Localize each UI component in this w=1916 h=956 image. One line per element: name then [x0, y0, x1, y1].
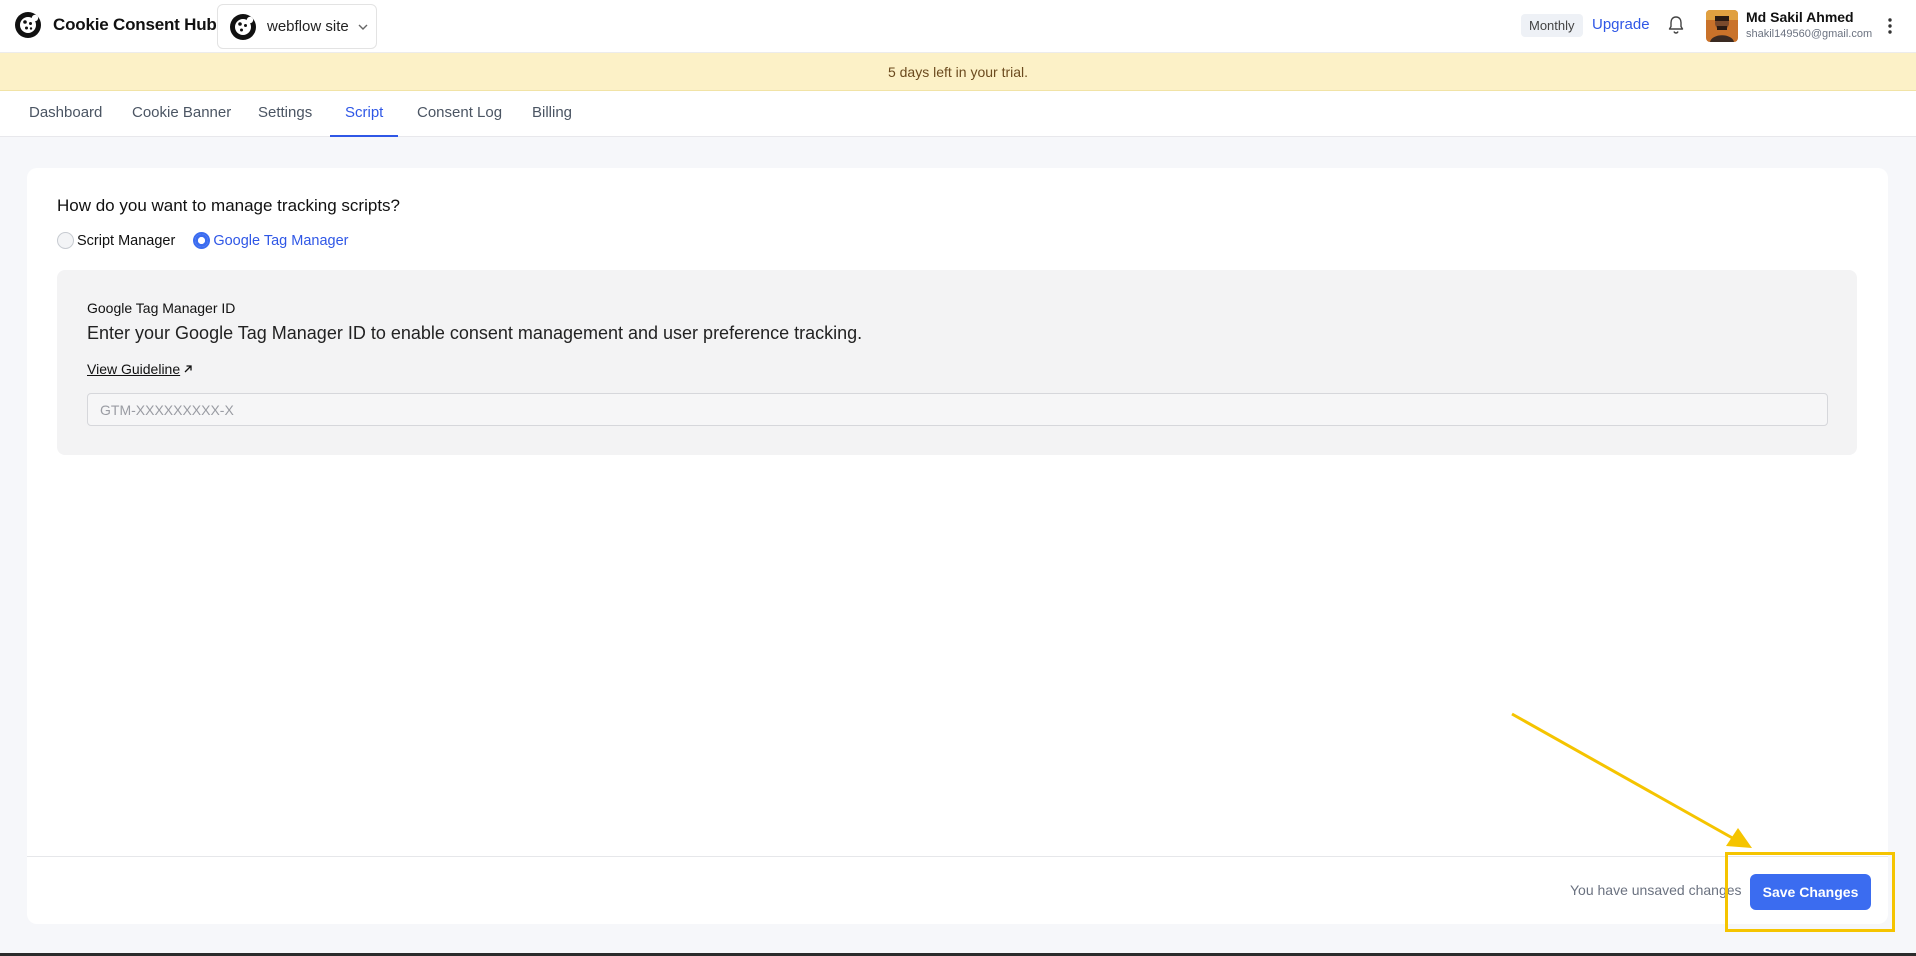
unsaved-changes-text: You have unsaved changes: [1570, 882, 1742, 898]
radio-option-google-tag-manager[interactable]: Google Tag Manager: [193, 232, 349, 249]
user-email: shakil149560@gmail.com: [1746, 28, 1873, 40]
tab-bar: Dashboard Cookie Banner Settings Script …: [0, 91, 1916, 137]
radio-label-google-tag-manager: Google Tag Manager: [213, 232, 349, 249]
brand-name: Cookie Consent Hub: [53, 15, 217, 34]
chevron-down-icon: [358, 24, 368, 30]
trial-banner: 5 days left in your trial.: [0, 53, 1916, 91]
tab-cookie-banner[interactable]: Cookie Banner: [117, 91, 246, 137]
radio-script-manager[interactable]: [57, 232, 74, 249]
manage-scripts-question: How do you want to manage tracking scrip…: [57, 196, 401, 215]
more-options-icon[interactable]: [1886, 16, 1894, 36]
tab-consent-log[interactable]: Consent Log: [402, 91, 517, 137]
radio-label-script-manager: Script Manager: [77, 232, 176, 249]
avatar-image: [1706, 10, 1738, 42]
plan-badge: Monthly: [1521, 14, 1583, 37]
view-guideline-label: View Guideline: [87, 361, 181, 377]
cookie-logo-icon: [15, 12, 41, 38]
cookie-icon: [230, 13, 256, 40]
external-link-icon: [184, 365, 192, 373]
radio-google-tag-manager[interactable]: [193, 232, 211, 249]
top-bar: Cookie Consent Hub webflow site Monthly …: [0, 0, 1916, 53]
brand[interactable]: Cookie Consent Hub: [14, 11, 217, 39]
site-selector-value: webflow site: [267, 18, 349, 35]
gtm-id-label: Google Tag Manager ID: [87, 300, 236, 316]
annotation-highlight-box: [1725, 852, 1895, 932]
radio-option-script-manager[interactable]: Script Manager: [57, 232, 175, 249]
tab-script[interactable]: Script: [330, 91, 399, 137]
user-name: Md Sakil Ahmed: [1746, 9, 1854, 25]
tab-dashboard[interactable]: Dashboard: [14, 91, 117, 137]
gtm-description: Enter your Google Tag Manager ID to enab…: [87, 323, 863, 343]
upgrade-link[interactable]: Upgrade: [1592, 16, 1650, 33]
gtm-panel: Google Tag Manager ID Enter your Google …: [57, 270, 1857, 455]
annotation-arrow: [1511, 712, 1752, 848]
avatar[interactable]: [1706, 10, 1738, 42]
site-selector[interactable]: webflow site: [217, 4, 377, 49]
bell-icon[interactable]: [1667, 15, 1685, 35]
view-guideline-link[interactable]: View Guideline: [87, 361, 193, 377]
gtm-id-input[interactable]: [87, 393, 1828, 426]
script-mode-radio-group: Script Manager Google Tag Manager: [57, 232, 367, 249]
tab-billing[interactable]: Billing: [517, 91, 587, 137]
tab-settings[interactable]: Settings: [243, 91, 327, 137]
